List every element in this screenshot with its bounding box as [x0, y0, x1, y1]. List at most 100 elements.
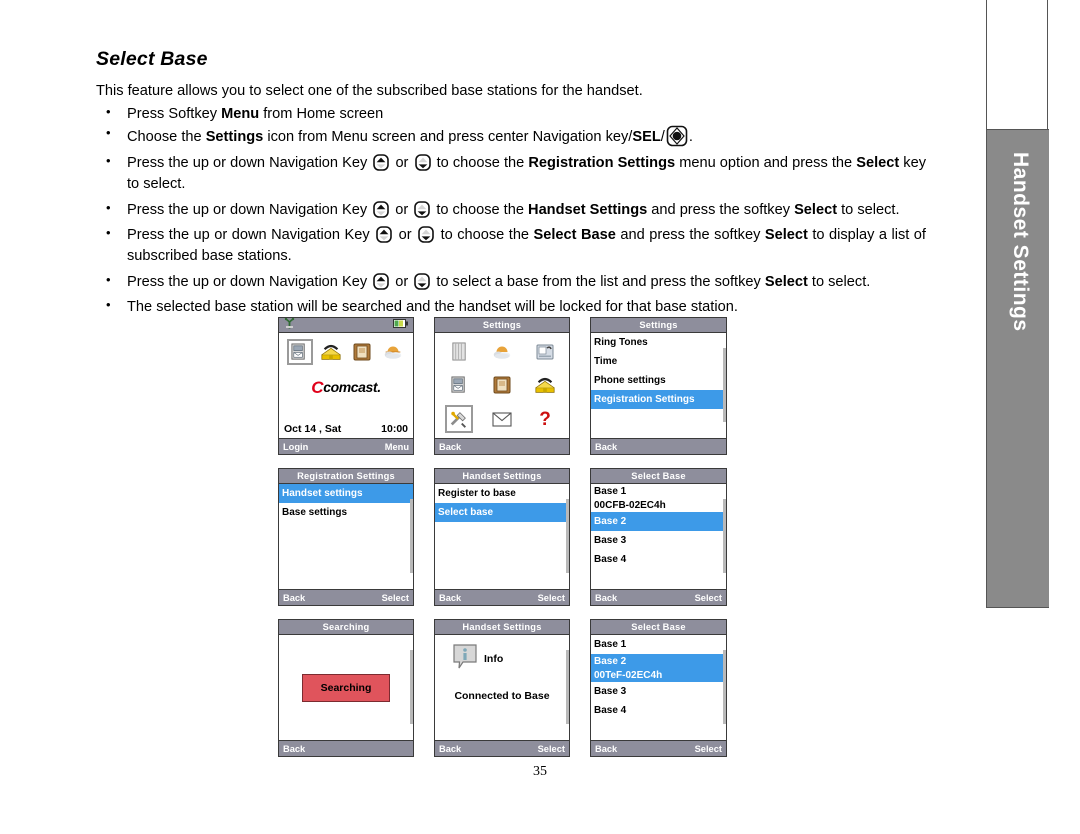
weather-icon[interactable]	[380, 339, 406, 365]
contacts-icon[interactable]	[349, 339, 375, 365]
screenshot-row-3: Searching Searching Back Handset Setting…	[278, 619, 728, 757]
menu-item[interactable]: Handset settings	[279, 484, 413, 503]
body-text: and press the softkey	[615, 227, 765, 244]
select-base-2-title: Select Base	[591, 620, 726, 635]
softkey-left-back[interactable]: Back	[595, 744, 617, 754]
softkey-left-back[interactable]: Back	[283, 744, 305, 754]
body-text: .	[688, 129, 693, 146]
signal-icon	[283, 318, 296, 333]
menu-item[interactable]: Base 3	[591, 531, 726, 550]
scrollbar[interactable]	[723, 650, 726, 724]
softkey-right-select[interactable]: Select	[538, 593, 565, 603]
body-text: Choose the	[127, 129, 206, 146]
side-tab-label: Handset Settings	[1009, 152, 1032, 332]
nav-key-down-icon	[414, 154, 431, 171]
info-label: Info	[484, 652, 504, 665]
phonebook-icon[interactable]	[531, 371, 559, 399]
emphasis-text: Select Base	[533, 227, 616, 244]
body-text: /	[660, 129, 665, 146]
connected-body: Info Connected to Base	[435, 635, 569, 740]
tools-icon[interactable]	[445, 405, 474, 434]
voicemail-icon[interactable]	[286, 339, 313, 365]
settings-icons-title: Settings	[435, 318, 569, 333]
menu-item-label: Register to base	[438, 488, 516, 499]
registration-settings-body: Handset settings Base settings	[279, 484, 413, 589]
connected-message: Connected to Base	[454, 690, 550, 702]
nav-key-down-icon	[414, 200, 431, 218]
nav-key-up-icon	[373, 200, 389, 218]
notepad-icon[interactable]	[445, 338, 473, 366]
contacts-icon[interactable]	[488, 371, 516, 399]
emphasis-text: Select	[764, 273, 808, 290]
emphasis-text: Select	[794, 201, 838, 218]
menu-item[interactable]: Time	[591, 352, 726, 371]
searching-body: Searching	[279, 635, 413, 740]
softkey-left-back[interactable]: Back	[439, 442, 461, 452]
settings-list-softkey-bar: Back	[591, 438, 726, 454]
body-text: or	[391, 201, 413, 218]
phone-screen-settings-list: Settings Ring Tones Time Phone settings Reg…	[590, 317, 727, 455]
softkey-right-select[interactable]: Select	[382, 593, 409, 603]
home-status-bar	[279, 318, 413, 333]
menu-item[interactable]: Phone settings	[591, 371, 726, 390]
help-icon[interactable]: ?	[531, 405, 559, 433]
softkey-left-back[interactable]: Back	[283, 593, 305, 603]
side-tab-handset-settings: Handset Settings	[987, 129, 1049, 608]
weather-icon[interactable]	[488, 338, 516, 366]
registration-settings-title: Registration Settings	[279, 469, 413, 484]
select-base-1-list: Base 1 00CFB-02EC4h Base 2 Base 3 Base 4	[591, 484, 726, 569]
instruction-item: Press Softkey Menu from Home screen	[96, 103, 926, 125]
instruction-item: Press the up or down Navigation Key or t…	[96, 199, 926, 221]
brand-mark: C	[311, 378, 324, 397]
scrollbar[interactable]	[723, 348, 726, 422]
menu-item[interactable]: Base 3	[591, 682, 726, 701]
menu-item[interactable]: Base 2 00TeF-02EC4h	[591, 654, 726, 682]
body-text: or	[394, 227, 417, 244]
menu-item[interactable]: Ring Tones	[591, 333, 726, 352]
menu-item[interactable]: Base 1	[591, 635, 726, 654]
scrollbar[interactable]	[410, 650, 413, 724]
body-text: The selected base station will be search…	[127, 299, 738, 316]
instruction-item: Choose the Settings icon from Menu scree…	[96, 124, 926, 148]
menu-item[interactable]: Registration Settings	[591, 390, 726, 409]
screenshot-row-1: Ccomcast. Oct 14 , Sat 10:00 Login Menu …	[278, 317, 728, 455]
body-text: to choose the	[432, 201, 529, 218]
softkey-right-select[interactable]: Select	[538, 744, 565, 754]
softkey-left-back[interactable]: Back	[439, 593, 461, 603]
scrollbar[interactable]	[723, 499, 726, 573]
menu-item[interactable]: Register to base	[435, 484, 569, 503]
info-wrap: Info Connected to Base	[435, 635, 569, 702]
menu-item[interactable]: Select base	[435, 503, 569, 522]
scrollbar[interactable]	[566, 499, 569, 573]
menu-item[interactable]: Base settings	[279, 503, 413, 522]
menu-item[interactable]: Base 2	[591, 512, 726, 531]
callerid-icon[interactable]	[531, 338, 559, 366]
softkey-left-back[interactable]: Back	[595, 442, 617, 452]
softkey-left-login[interactable]: Login	[283, 442, 308, 452]
softkey-right-select[interactable]: Select	[695, 744, 722, 754]
screenshot-row-2: Registration Settings Handset settings Ba…	[278, 468, 728, 606]
menu-item[interactable]: Base 1 00CFB-02EC4h	[591, 484, 726, 512]
body-text: and press the softkey	[647, 201, 795, 218]
softkey-right-menu[interactable]: Menu	[385, 442, 409, 452]
nav-key-up-icon	[373, 272, 389, 290]
connected-softkey-bar: Back Select	[435, 740, 569, 756]
registration-softkey-bar: Back Select	[279, 589, 413, 605]
handset-settings-body: Register to base Select base	[435, 484, 569, 589]
menu-item[interactable]: Base 4	[591, 701, 726, 720]
menu-item-label: Handset settings	[282, 488, 363, 499]
phonebook-icon[interactable]	[318, 339, 344, 365]
scrollbar[interactable]	[410, 499, 413, 573]
document-content: Select Base This feature allows you to s…	[96, 0, 926, 319]
menu-item[interactable]: Base 4	[591, 550, 726, 569]
svg-text:?: ?	[539, 409, 551, 429]
settings-list-title: Settings	[591, 318, 726, 333]
softkey-right-select[interactable]: Select	[695, 593, 722, 603]
phone-screen-searching: Searching Searching Back	[278, 619, 414, 757]
menu-item-label: Base 4	[594, 705, 627, 716]
message-icon[interactable]	[488, 405, 516, 433]
scrollbar[interactable]	[566, 650, 569, 724]
voicemail-icon[interactable]	[445, 371, 473, 399]
softkey-left-back[interactable]: Back	[595, 593, 617, 603]
softkey-left-back[interactable]: Back	[439, 744, 461, 754]
